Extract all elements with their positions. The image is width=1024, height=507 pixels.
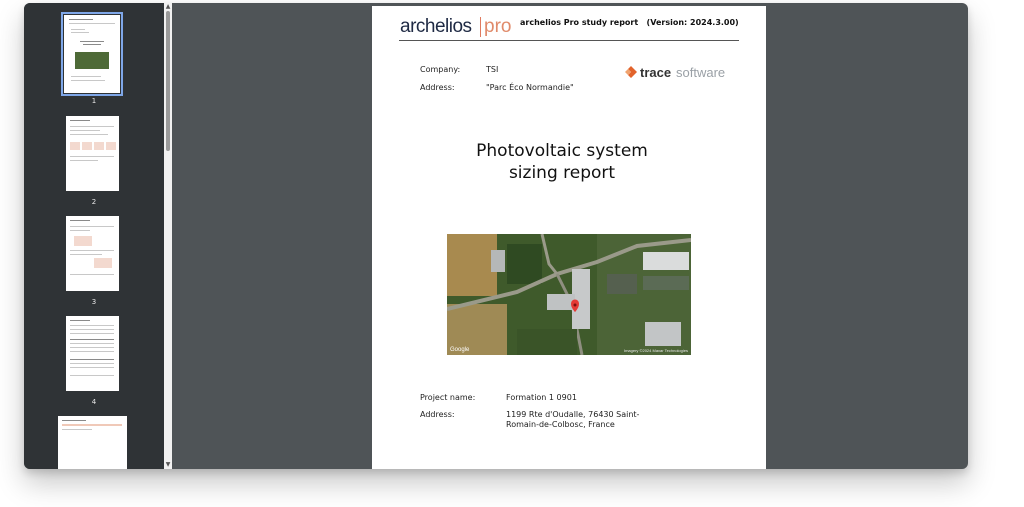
project-address-line-2: Romain-de-Colbosc, France [506,420,615,429]
site-satellite-map: Google Imagery ©2024 Maxar Technologies [447,234,691,355]
document-page: archelios pro archelios Pro study report… [372,6,766,469]
page-thumbnail-5[interactable] [58,416,127,469]
sidebar-scrollbar[interactable]: ▲ ▼ [164,3,172,469]
project-address-label: Address: [420,410,455,419]
page-thumbnail-4[interactable] [66,316,119,391]
company-value: TSI [486,65,499,74]
report-title: Photovoltaic system sizing report [432,140,692,184]
scrollbar-thumb[interactable] [166,11,170,151]
page-thumbnail-3[interactable] [66,216,119,291]
scroll-down-icon[interactable]: ▼ [164,461,172,469]
page-number-4: 4 [91,398,97,406]
report-title-line-1: Photovoltaic system [476,141,648,161]
project-name-label: Project name: [420,393,476,402]
page-thumbnail-2[interactable] [66,116,119,191]
company-label: Company: [420,65,461,74]
pdf-viewer-window: 1 2 3 4 ▲ ▼ archelios pro archelios Pro … [24,3,968,469]
project-name-value: Formation 1 0901 [506,393,577,402]
scroll-up-icon[interactable]: ▲ [164,3,172,11]
report-title-line-2: sizing report [508,163,616,183]
company-address-value: "Parc Éco Normandie" [486,83,574,92]
archelios-pro-logo: pro [484,16,512,37]
logo-separator [480,17,481,37]
trace-logo-text: trace [640,65,672,80]
project-address-line-1: 1199 Rte d'Oudalle, 76430 Saint- [506,410,640,419]
map-imagery-credit: Imagery ©2024 Maxar Technologies [623,348,688,353]
page-number-1: 1 [91,97,97,105]
trace-software-logo: trace software [625,65,725,81]
page-number-3: 3 [91,298,97,306]
satellite-image [447,234,691,355]
page-thumbnail-1[interactable] [61,12,123,96]
report-header-title: archelios Pro study report (Version: 202… [520,18,739,27]
thumbnail-sidebar[interactable]: 1 2 3 4 ▲ ▼ [24,3,172,469]
software-logo-text: software [676,65,726,80]
header-divider [399,40,739,41]
page-number-2: 2 [91,198,97,206]
map-google-watermark: Google [450,347,470,353]
archelios-logo: archelios [400,16,472,37]
trace-software-icon [625,66,637,78]
company-address-label: Address: [420,83,455,92]
